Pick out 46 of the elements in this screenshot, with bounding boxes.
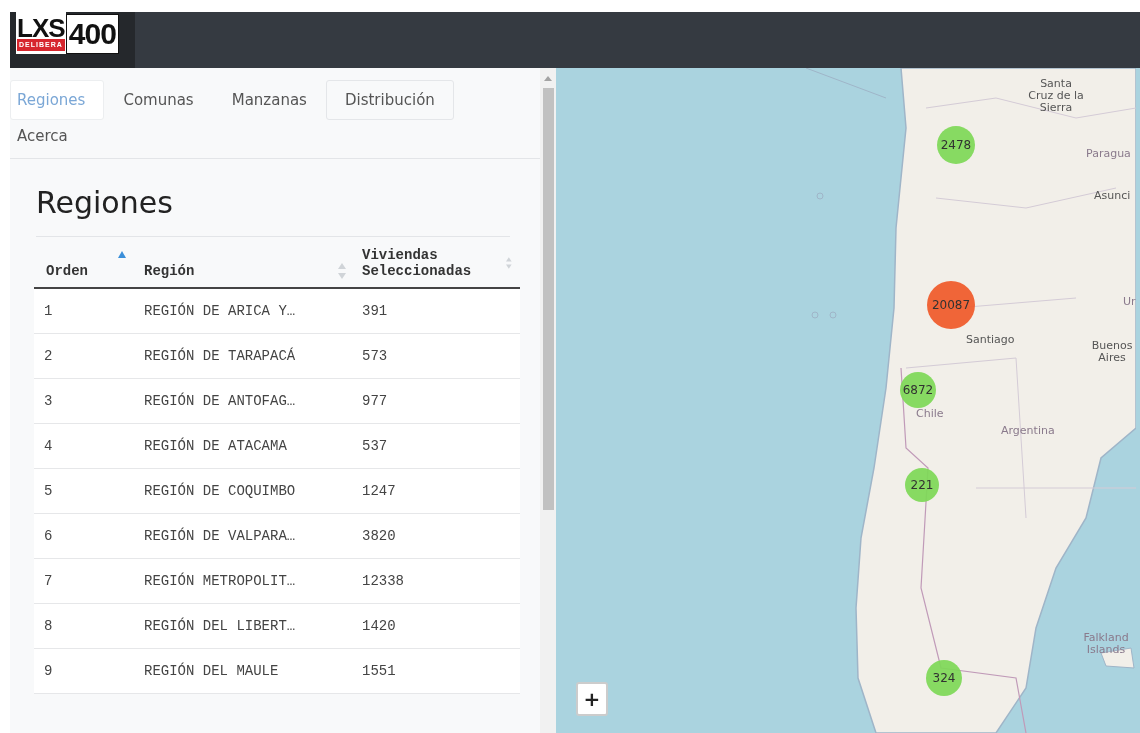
table-cell: 12338	[354, 558, 520, 604]
table-cell: 3820	[354, 513, 520, 559]
table-cell: 9	[34, 648, 136, 694]
table-cell: 8	[34, 603, 136, 649]
table-cell: 2	[34, 333, 136, 379]
table-cell: 391	[354, 288, 520, 334]
map-label: Chile	[916, 408, 944, 420]
table-cell: REGIÓN DE ATACAMA	[136, 423, 354, 469]
logo-text: LXS	[17, 17, 65, 39]
map-label: Santiago	[966, 334, 1015, 346]
table-cell: 1	[34, 288, 136, 334]
map-label: Falkland Islands	[1082, 632, 1130, 656]
map-label: Asunci	[1094, 190, 1131, 202]
table-cell: REGIÓN DE ARICA Y…	[136, 288, 354, 334]
table-cell: 4	[34, 423, 136, 469]
table-cell: 573	[354, 333, 520, 379]
table-cell: REGIÓN DE TARAPACÁ	[136, 333, 354, 379]
table-cell: REGIÓN DE COQUIMBO	[136, 468, 354, 514]
map-label: Santa Cruz de la Sierra	[1027, 78, 1085, 114]
map[interactable]: Santa Cruz de la Sierra Paragua Asunci Ur Buenos Aires Santiago Chile Argentina Falkland Islands 2478 20087 6872 221 324 +	[556, 68, 1140, 733]
section-heading: Regiones	[36, 185, 510, 237]
map-label: Buenos Aires	[1090, 340, 1134, 364]
table-cell: 537	[354, 423, 520, 469]
table-cell: 1551	[354, 648, 520, 694]
table-cell: 3	[34, 378, 136, 424]
table-cell: REGIÓN DE ANTOFAG…	[136, 378, 354, 424]
table-cell: REGIÓN DEL MAULE	[136, 648, 354, 694]
table-cell: REGIÓN DE VALPARA…	[136, 513, 354, 559]
scrollbar[interactable]	[540, 68, 556, 733]
table-cell: 5	[34, 468, 136, 514]
table-cell: 1420	[354, 603, 520, 649]
zoom-in-button[interactable]: +	[576, 682, 608, 716]
table-cell: 1247	[354, 468, 520, 514]
table-cell: 7	[34, 558, 136, 604]
table-cell: REGIÓN METROPOLIT…	[136, 558, 354, 604]
map-label: Paragua	[1086, 148, 1131, 160]
map-label: Argentina	[1001, 425, 1055, 437]
logo-number: 400	[65, 14, 119, 54]
table-cell: 977	[354, 378, 520, 424]
tab[interactable]: Distribución	[325, 80, 454, 120]
tab[interactable]: Comunas	[104, 80, 213, 120]
tab[interactable]: Acerca	[10, 120, 75, 152]
table-cell: REGIÓN DEL LIBERT…	[136, 603, 354, 649]
tab[interactable]: Manzanas	[212, 80, 326, 120]
table-cell: 6	[34, 513, 136, 559]
map-label: Ur	[1123, 296, 1136, 308]
